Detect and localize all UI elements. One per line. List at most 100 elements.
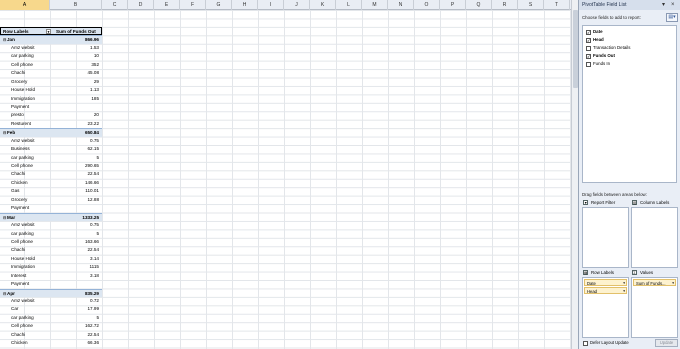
pivot-item-row[interactable]: Immigration 185 [0, 95, 102, 103]
pivot-item-row[interactable]: Chicken 146.66 [0, 179, 102, 187]
column-header-m[interactable]: M [362, 0, 388, 10]
column-header-i[interactable]: I [258, 0, 284, 10]
column-header-b[interactable]: B [50, 0, 102, 10]
pivot-item-row[interactable]: Interest 3.18 [0, 272, 102, 280]
chevron-down-icon[interactable]: ▾ [623, 288, 625, 295]
row-labels-dropzone[interactable]: Date ▾ Head ▾ [582, 277, 629, 338]
pivot-group-row[interactable]: ⊟Apr 835.29 [0, 288, 102, 297]
pivot-item-row[interactable]: car parking 5 [0, 230, 102, 238]
pivot-item-row[interactable]: Business 62.15 [0, 145, 102, 153]
row-labels-header[interactable]: Row Labels [3, 28, 29, 35]
pivot-table[interactable]: ⊟Jan 866.96 Amz websit 1.53 car parking 10 Cel… [0, 27, 102, 349]
spreadsheet[interactable]: ABCDEFGHIJKLMNOPQRST ⊟Jan 866.96 Amz websi… [0, 0, 571, 349]
row-label: Chachi [11, 171, 26, 177]
column-header-r[interactable]: R [492, 0, 518, 10]
row-field-chip-label: Head [587, 289, 598, 294]
vertical-scrollbar[interactable] [571, 0, 578, 349]
column-header-c[interactable]: C [102, 0, 128, 10]
field-item[interactable]: ✓ Funds Out [585, 52, 674, 60]
pane-options-icon[interactable]: ▾ [662, 0, 665, 10]
pivot-item-row[interactable]: Chachi 22.54 [0, 331, 102, 339]
field-item[interactable]: ✓ Date [585, 28, 674, 36]
column-header-f[interactable]: F [180, 0, 206, 10]
close-icon[interactable]: × [671, 0, 675, 10]
pivot-item-row[interactable]: Cell phone 352 [0, 61, 102, 69]
pivot-item-row[interactable]: Payment [0, 280, 102, 288]
pivot-item-row[interactable]: Resturent 23.22 [0, 120, 102, 128]
field-item[interactable]: Transaction Details [585, 44, 674, 52]
field-checkbox[interactable] [586, 45, 591, 51]
column-header-p[interactable]: P [440, 0, 466, 10]
column-header-d[interactable]: D [128, 0, 154, 10]
row-label: Chachi [11, 331, 26, 337]
column-header-t[interactable]: T [544, 0, 570, 10]
column-header-k[interactable]: K [310, 0, 336, 10]
pivot-item-row[interactable]: Amz websit 1.53 [0, 44, 102, 52]
field-checkbox[interactable]: ✓ [586, 29, 591, 35]
column-header-n[interactable]: N [388, 0, 414, 10]
pivot-item-row[interactable]: car parking 5 [0, 154, 102, 162]
field-item[interactable]: Funds In [585, 60, 674, 68]
pivot-item-row[interactable]: Gas 110.01 [0, 187, 102, 195]
pivot-item-row[interactable]: Immigration 1115 [0, 263, 102, 271]
pivot-item-row[interactable]: car parking 10 [0, 52, 102, 60]
pivot-item-row[interactable]: House Hold 1.13 [0, 86, 102, 94]
report-filter-area[interactable]: ▼ Report Filter [582, 198, 629, 268]
pivot-item-row[interactable]: Chachi 45.08 [0, 69, 102, 77]
field-name: Funds Out [593, 53, 615, 58]
values-area[interactable]: Σ Values Sum of Funds... ▾ [631, 268, 678, 338]
column-header-l[interactable]: L [336, 0, 362, 10]
row-labels-area[interactable]: ▤ Row Labels Date ▾ Head ▾ [582, 268, 629, 338]
value-field-chip[interactable]: Sum of Funds... ▾ [633, 279, 676, 286]
defer-layout-update[interactable]: Defer Layout Update [582, 340, 629, 346]
pivot-item-row[interactable]: Cell phone 162.72 [0, 322, 102, 330]
row-field-chip[interactable]: Date ▾ [584, 279, 627, 286]
pivot-item-row[interactable]: Amz websit 0.75 [0, 137, 102, 145]
pivot-item-row[interactable]: Grocery 29 [0, 78, 102, 86]
field-checkbox[interactable]: ✓ [586, 53, 591, 59]
pivot-item-row[interactable]: Cell phone 163.66 [0, 238, 102, 246]
chevron-down-icon[interactable]: ▾ [623, 280, 625, 287]
defer-checkbox[interactable] [583, 340, 588, 346]
layout-options-button[interactable]: ▤▾ [666, 13, 678, 22]
row-field-chip[interactable]: Head ▾ [584, 287, 627, 294]
pivot-item-row[interactable]: Car 17.99 [0, 305, 102, 313]
column-header-j[interactable]: J [284, 0, 310, 10]
pivot-item-row[interactable]: presto 20 [0, 111, 102, 119]
values-header[interactable]: Sum of Funds Out [56, 28, 96, 35]
pivot-item-row[interactable]: Payment [0, 204, 102, 212]
column-header-h[interactable]: H [232, 0, 258, 10]
row-value: 17.99 [87, 306, 100, 312]
pivot-item-row[interactable]: Cell phone 290.65 [0, 162, 102, 170]
pivot-group-row[interactable]: ⊟Mar 1333.25 [0, 212, 102, 222]
values-dropzone[interactable]: Sum of Funds... ▾ [631, 277, 678, 338]
column-header-s[interactable]: S [518, 0, 544, 10]
field-item[interactable]: ✓ Head [585, 36, 674, 44]
field-checkbox[interactable]: ✓ [586, 37, 591, 43]
pivot-item-row[interactable]: Amz websit 0.75 [0, 221, 102, 229]
row-value: 20 [93, 112, 99, 118]
pivot-item-row[interactable]: Amz websit 0.72 [0, 297, 102, 305]
row-value: 5 [96, 314, 99, 320]
pivot-item-row[interactable]: House Hold 3.14 [0, 255, 102, 263]
column-labels-area[interactable]: ▥ Column Labels [631, 198, 678, 268]
column-header-g[interactable]: G [206, 0, 232, 10]
filter-dropdown-icon[interactable]: ▾ [46, 29, 51, 34]
pivot-item-row[interactable]: car parking 5 [0, 314, 102, 322]
column-header-a[interactable]: A [0, 0, 50, 10]
pivot-item-row[interactable]: Payment [0, 103, 102, 111]
pivot-group-row[interactable]: ⊟Feb 650.84 [0, 128, 102, 137]
report-filter-dropzone[interactable] [582, 207, 629, 268]
pivot-item-row[interactable]: Chicken 66.36 [0, 339, 102, 347]
pivot-group-row[interactable]: ⊟Jan 866.96 [0, 35, 102, 44]
column-header-o[interactable]: O [414, 0, 440, 10]
column-header-e[interactable]: E [154, 0, 180, 10]
pivot-item-row[interactable]: Grocery 12.88 [0, 196, 102, 204]
field-checkbox[interactable] [586, 61, 591, 67]
pivot-item-row[interactable]: Chachi 22.54 [0, 246, 102, 254]
column-header-q[interactable]: Q [466, 0, 492, 10]
chevron-down-icon[interactable]: ▾ [672, 280, 674, 287]
column-labels-dropzone[interactable] [631, 207, 678, 268]
pivot-item-row[interactable]: Chachi 22.54 [0, 170, 102, 178]
update-button[interactable]: Update [655, 339, 678, 347]
